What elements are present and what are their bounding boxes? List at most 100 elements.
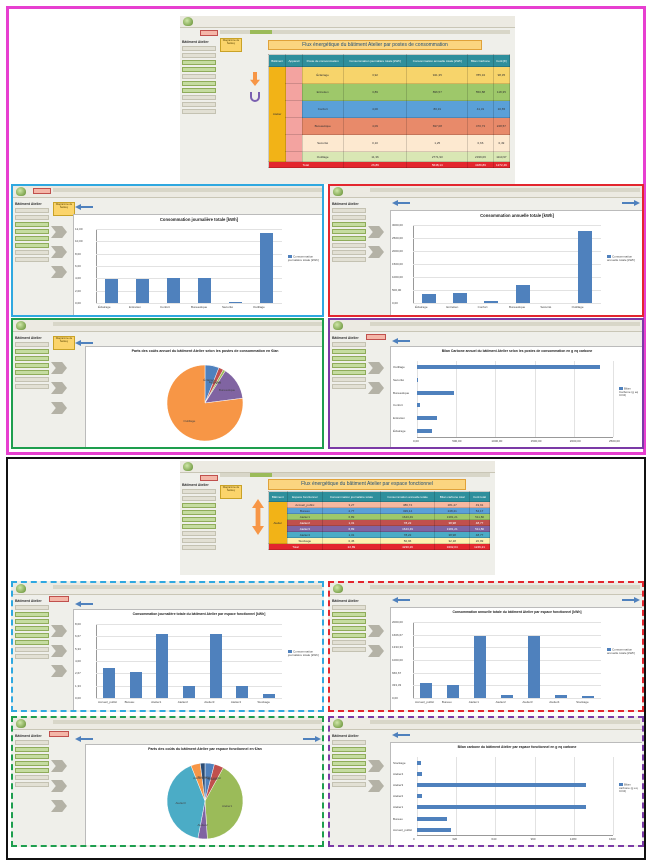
sidebar-item[interactable] — [182, 496, 216, 501]
nav-chevron[interactable] — [51, 665, 67, 677]
sankey-button[interactable]: Diagramme de Sankey — [53, 202, 75, 216]
tab-row[interactable] — [370, 188, 640, 192]
nav-chevron[interactable] — [51, 402, 67, 414]
sidebar-item[interactable] — [332, 605, 366, 610]
nav-button[interactable] — [366, 334, 386, 340]
nav-chevron[interactable] — [51, 266, 67, 278]
sidebar-item[interactable] — [15, 349, 49, 354]
sidebar-item[interactable] — [182, 489, 216, 494]
nav-chevron[interactable] — [368, 625, 384, 637]
tab-active[interactable] — [250, 473, 272, 477]
nav-chevron[interactable] — [51, 780, 67, 792]
nav-chevron[interactable] — [368, 760, 384, 772]
tab-row[interactable] — [370, 585, 640, 589]
sidebar-item[interactable] — [332, 377, 366, 382]
sidebar-item[interactable] — [15, 640, 49, 645]
sidebar-item[interactable] — [332, 250, 366, 255]
sidebar-item[interactable] — [15, 768, 49, 773]
nav-chevron[interactable] — [368, 362, 384, 374]
sidebar-item[interactable] — [15, 605, 49, 610]
sidebar-item[interactable] — [182, 88, 216, 93]
sidebar-item[interactable] — [332, 626, 366, 631]
sidebar-item[interactable] — [182, 524, 216, 529]
nav-chevron[interactable] — [51, 625, 67, 637]
sidebar-item[interactable] — [332, 370, 366, 375]
sidebar-item[interactable] — [15, 377, 49, 382]
sidebar-item[interactable] — [15, 363, 49, 368]
nav-chevron[interactable] — [368, 246, 384, 258]
nav-button[interactable] — [49, 596, 69, 602]
forward-arrow-icon[interactable] — [622, 200, 640, 206]
tab-row[interactable] — [53, 720, 322, 724]
sidebar-item[interactable] — [332, 782, 366, 787]
sidebar-item[interactable] — [15, 654, 49, 659]
nav-button[interactable] — [49, 731, 69, 737]
sidebar-item[interactable] — [15, 626, 49, 631]
sidebar-item[interactable] — [15, 215, 49, 220]
sidebar-item[interactable] — [15, 754, 49, 759]
nav-chevron[interactable] — [51, 645, 67, 657]
sankey-button[interactable]: Diagramme de Sankey — [220, 485, 242, 499]
sidebar-item[interactable] — [332, 363, 366, 368]
sidebar-item[interactable] — [182, 53, 216, 58]
sidebar-item[interactable] — [332, 257, 366, 262]
nav-chevron[interactable] — [368, 780, 384, 792]
nav-chevron[interactable] — [51, 382, 67, 394]
sankey-button[interactable]: Diagramme de Sankey — [53, 336, 75, 350]
sidebar-item[interactable] — [15, 243, 49, 248]
tab-row[interactable] — [370, 720, 640, 724]
sidebar-item[interactable] — [15, 647, 49, 652]
sidebar-item[interactable] — [332, 356, 366, 361]
back-arrow-icon[interactable] — [75, 736, 93, 742]
sidebar-item[interactable] — [182, 538, 216, 543]
tab-active[interactable] — [250, 30, 272, 34]
sidebar-item[interactable] — [15, 342, 49, 347]
forward-arrow-icon[interactable] — [622, 597, 640, 603]
nav-chevron[interactable] — [368, 382, 384, 394]
sidebar-item[interactable] — [15, 747, 49, 752]
sidebar-item[interactable] — [15, 236, 49, 241]
sidebar-item[interactable] — [332, 342, 366, 347]
sidebar-item[interactable] — [332, 208, 366, 213]
tab-row[interactable] — [53, 585, 322, 589]
sidebar-item[interactable] — [332, 740, 366, 745]
sidebar-item[interactable] — [332, 754, 366, 759]
tab-row[interactable] — [53, 188, 322, 192]
tab-row[interactable] — [53, 322, 322, 326]
back-arrow-icon[interactable] — [392, 200, 410, 206]
sidebar-item[interactable] — [332, 229, 366, 234]
sidebar-item[interactable] — [15, 740, 49, 745]
sidebar-item[interactable] — [332, 349, 366, 354]
sidebar-item[interactable] — [182, 545, 216, 550]
sidebar-item[interactable] — [182, 74, 216, 79]
nav-chevron[interactable] — [368, 226, 384, 238]
back-arrow-icon[interactable] — [75, 601, 93, 607]
tab-row[interactable] — [370, 322, 640, 326]
nav-button[interactable] — [33, 188, 51, 194]
sankey-button[interactable]: Diagramme de Sankey — [220, 38, 242, 52]
sidebar-item[interactable] — [182, 531, 216, 536]
back-arrow-icon[interactable] — [75, 204, 93, 210]
sidebar-item[interactable] — [332, 647, 366, 652]
sidebar-item[interactable] — [15, 775, 49, 780]
forward-arrow-icon[interactable] — [303, 736, 321, 742]
sidebar-item[interactable] — [332, 640, 366, 645]
nav-chevron[interactable] — [51, 760, 67, 772]
nav-chevron[interactable] — [51, 226, 67, 238]
sidebar-item[interactable] — [332, 761, 366, 766]
sidebar-item[interactable] — [182, 510, 216, 515]
sidebar-item[interactable] — [182, 95, 216, 100]
sidebar-item[interactable] — [332, 747, 366, 752]
sidebar-item[interactable] — [15, 356, 49, 361]
sidebar-item[interactable] — [15, 384, 49, 389]
sidebar-item[interactable] — [15, 619, 49, 624]
sidebar-item[interactable] — [332, 775, 366, 780]
sidebar-item[interactable] — [332, 243, 366, 248]
sidebar-item[interactable] — [332, 215, 366, 220]
sidebar-item[interactable] — [182, 102, 216, 107]
sidebar-item[interactable] — [182, 109, 216, 114]
sidebar-item[interactable] — [332, 768, 366, 773]
sidebar-item[interactable] — [182, 81, 216, 86]
sidebar-item[interactable] — [15, 250, 49, 255]
nav-button[interactable] — [200, 30, 218, 36]
